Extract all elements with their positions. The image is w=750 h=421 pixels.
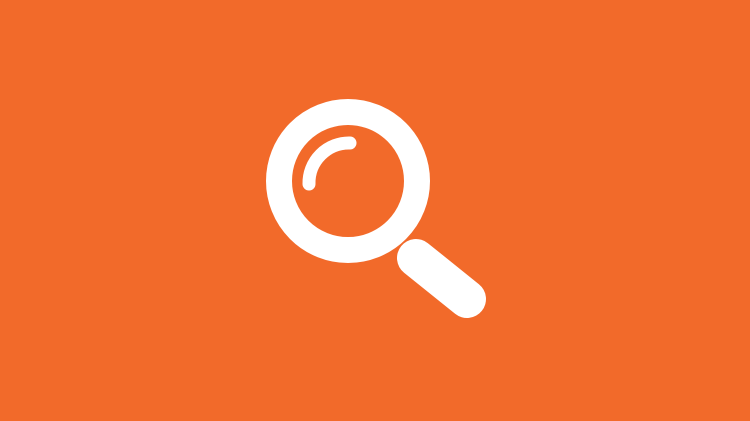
- background-canvas: [0, 0, 750, 421]
- glare-arc: [302, 136, 357, 191]
- magnifier-icon-wrapper: [0, 0, 750, 421]
- handle-shape: [397, 239, 486, 318]
- lens-ring: [266, 99, 430, 263]
- magnifying-glass-icon: [266, 99, 486, 318]
